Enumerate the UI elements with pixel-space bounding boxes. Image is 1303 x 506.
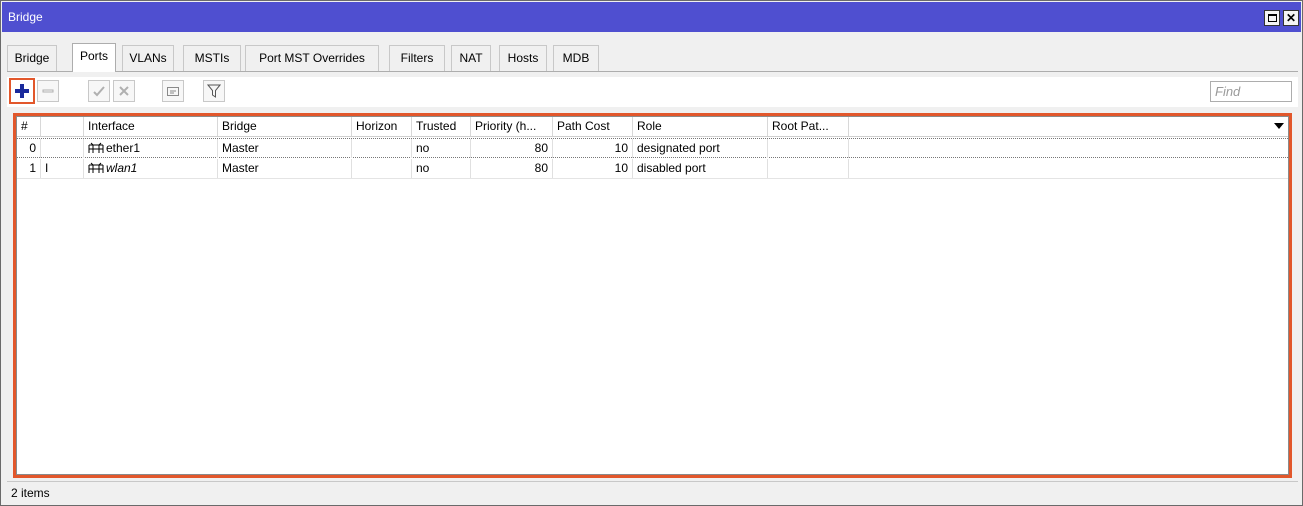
cell-interface: ether1 bbox=[84, 139, 218, 158]
tab-nat[interactable]: NAT bbox=[451, 45, 491, 71]
cell-root-path bbox=[768, 139, 849, 158]
table-row[interactable]: 0 ether1 Master no 80 10 designated port bbox=[17, 138, 1288, 158]
enable-button[interactable] bbox=[88, 80, 110, 102]
bridge-port-icon bbox=[88, 162, 104, 173]
title-bar[interactable]: Bridge ✕ bbox=[2, 2, 1301, 32]
bridge-window: Bridge ✕ Bridge Ports VLANs MSTIs Port M… bbox=[0, 0, 1303, 506]
bridge-port-icon bbox=[88, 142, 104, 153]
cell-number: 0 bbox=[17, 139, 41, 158]
tab-mstis[interactable]: MSTIs bbox=[183, 45, 241, 71]
close-button[interactable]: ✕ bbox=[1283, 10, 1299, 26]
maximize-icon bbox=[1267, 14, 1277, 22]
filter-icon bbox=[207, 84, 221, 98]
filter-button[interactable] bbox=[203, 80, 225, 102]
status-bar: 2 items bbox=[7, 481, 1298, 503]
tab-hosts[interactable]: Hosts bbox=[499, 45, 547, 71]
table-header: # Interface Bridge Horizon Trusted Prior… bbox=[17, 117, 1288, 137]
col-header-flag[interactable] bbox=[41, 117, 84, 136]
interface-name: wlan1 bbox=[106, 161, 138, 175]
enable-icon bbox=[93, 86, 105, 97]
col-header-interface[interactable]: Interface bbox=[84, 117, 218, 136]
cell-path-cost: 10 bbox=[553, 139, 633, 158]
cell-priority: 80 bbox=[471, 159, 553, 178]
col-header-trusted[interactable]: Trusted bbox=[412, 117, 471, 136]
cell-root-path bbox=[768, 159, 849, 178]
comment-button[interactable] bbox=[162, 80, 184, 102]
cell-bridge: Master bbox=[218, 159, 352, 178]
col-header-bridge[interactable]: Bridge bbox=[218, 117, 352, 136]
cell-role: disabled port bbox=[633, 159, 768, 178]
tab-vlans[interactable]: VLANs bbox=[122, 45, 174, 71]
cell-number: 1 bbox=[17, 159, 41, 178]
cell-bridge: Master bbox=[218, 139, 352, 158]
cell-horizon bbox=[352, 159, 412, 178]
find-input[interactable] bbox=[1210, 81, 1292, 102]
tab-bridge[interactable]: Bridge bbox=[7, 45, 57, 71]
cell-trusted: no bbox=[412, 159, 471, 178]
toolbar bbox=[7, 77, 1298, 107]
maximize-button[interactable] bbox=[1264, 10, 1280, 26]
window-title: Bridge bbox=[8, 10, 43, 24]
disable-icon bbox=[119, 86, 129, 96]
tab-filters[interactable]: Filters bbox=[389, 45, 445, 71]
tab-divider bbox=[7, 71, 1298, 72]
add-icon bbox=[15, 84, 29, 98]
col-header-horizon[interactable]: Horizon bbox=[352, 117, 412, 136]
cell-path-cost: 10 bbox=[553, 159, 633, 178]
column-menu-icon[interactable] bbox=[1274, 123, 1284, 129]
interface-name: ether1 bbox=[106, 141, 141, 155]
cell-role: designated port bbox=[633, 139, 768, 158]
tab-ports[interactable]: Ports bbox=[72, 43, 116, 72]
cell-priority: 80 bbox=[471, 139, 553, 158]
ports-table: # Interface Bridge Horizon Trusted Prior… bbox=[16, 116, 1289, 475]
col-header-priority[interactable]: Priority (h... bbox=[471, 117, 553, 136]
disable-button[interactable] bbox=[113, 80, 135, 102]
col-header-root-path[interactable]: Root Pat... bbox=[768, 117, 849, 136]
ports-table-highlight: # Interface Bridge Horizon Trusted Prior… bbox=[13, 113, 1292, 478]
tab-port-mst-overrides[interactable]: Port MST Overrides bbox=[245, 45, 379, 71]
cell-flag bbox=[41, 139, 84, 158]
table-row[interactable]: 1 I wlan1 Master no 80 10 disabled port bbox=[17, 159, 1288, 179]
cell-trusted: no bbox=[412, 139, 471, 158]
item-count: 2 items bbox=[11, 486, 50, 500]
col-header-path-cost[interactable]: Path Cost bbox=[553, 117, 633, 136]
comment-icon bbox=[167, 87, 179, 96]
remove-button[interactable] bbox=[37, 80, 59, 102]
remove-icon bbox=[42, 89, 54, 93]
add-button[interactable] bbox=[9, 78, 35, 104]
cell-interface: wlan1 bbox=[84, 159, 218, 178]
cell-horizon bbox=[352, 139, 412, 158]
cell-flag: I bbox=[41, 159, 84, 178]
tab-mdb[interactable]: MDB bbox=[553, 45, 599, 71]
col-header-role[interactable]: Role bbox=[633, 117, 768, 136]
col-header-number[interactable]: # bbox=[17, 117, 41, 136]
